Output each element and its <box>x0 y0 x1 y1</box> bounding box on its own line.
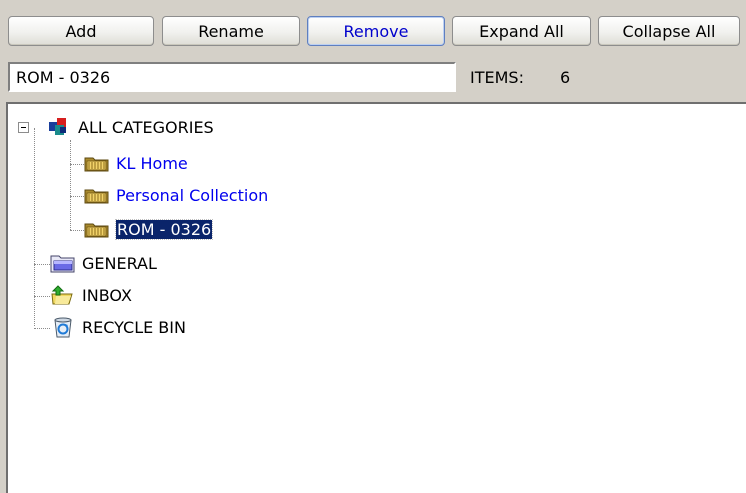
tree-node-recycle-bin[interactable]: RECYCLE BIN <box>50 314 186 340</box>
expand-all-button[interactable]: Expand All <box>452 16 591 46</box>
tree-connector <box>34 264 50 265</box>
recycle-bin-icon <box>54 317 72 338</box>
category-tree[interactable]: ALL CATEGORIES KL Home Personal Collecti… <box>6 102 746 493</box>
folder-icon <box>84 223 109 238</box>
tree-node-label: RECYCLE BIN <box>82 317 186 337</box>
tree-node-label: ALL CATEGORIES <box>78 117 214 137</box>
tree-node-inbox[interactable]: INBOX <box>50 282 132 308</box>
tree-node-personal-collection[interactable]: Personal Collection <box>84 182 268 208</box>
remove-button[interactable]: Remove <box>307 16 445 46</box>
items-count: 6 <box>560 68 571 87</box>
folder-icon <box>84 189 109 204</box>
categories-icon <box>49 118 66 135</box>
collapse-toggle-icon[interactable] <box>18 122 29 133</box>
items-label: ITEMS: <box>470 68 524 87</box>
tree-connector <box>34 328 50 329</box>
toolbar: Add Rename Remove Expand All Collapse Al… <box>0 0 746 52</box>
folder-icon <box>84 157 109 172</box>
inbox-icon <box>51 285 73 305</box>
blue-folder-icon <box>50 255 75 273</box>
tree-node-label: KL Home <box>116 153 188 173</box>
add-button[interactable]: Add <box>8 16 154 46</box>
category-name-input[interactable] <box>8 62 456 92</box>
rename-button[interactable]: Rename <box>162 16 300 46</box>
tree-connector <box>70 140 71 230</box>
tree-connector <box>70 230 84 231</box>
tree-node-kl-home[interactable]: KL Home <box>84 150 188 176</box>
tree-node-label: GENERAL <box>82 253 157 273</box>
tree-node-rom-0326[interactable]: ROM - 0326 <box>84 216 214 242</box>
tree-connector <box>70 164 84 165</box>
tree-node-label: ROM - 0326 <box>114 218 214 240</box>
collapse-all-button[interactable]: Collapse All <box>598 16 740 46</box>
tree-node-label: Personal Collection <box>116 185 269 205</box>
tree-node-general[interactable]: GENERAL <box>50 250 157 276</box>
tree-node-all-categories[interactable]: ALL CATEGORIES <box>46 114 214 140</box>
tree-node-label: INBOX <box>82 285 132 305</box>
tree-connector <box>34 296 50 297</box>
tree-connector <box>70 196 84 197</box>
